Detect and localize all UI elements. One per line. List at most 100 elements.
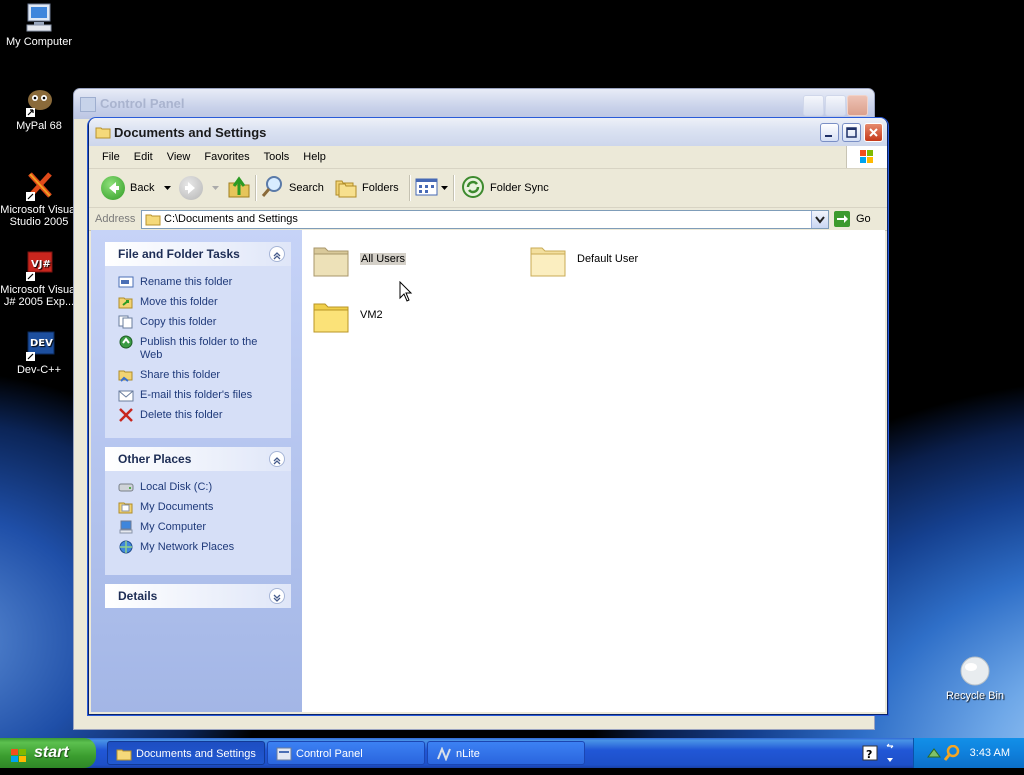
desktop-icon-my-computer[interactable]: My Computer: [0, 2, 78, 48]
other-places-header[interactable]: Other Places: [105, 447, 291, 471]
forward-button[interactable]: [179, 169, 219, 207]
maximize-button[interactable]: [825, 95, 846, 116]
task-email-files[interactable]: E-mail this folder's files: [105, 389, 291, 402]
control-panel-icon: [276, 746, 292, 761]
collapse-icon[interactable]: [269, 246, 285, 262]
close-button[interactable]: [864, 123, 883, 142]
up-folder-icon: [227, 175, 251, 202]
minimize-icon: [821, 124, 838, 141]
address-dropdown-button[interactable]: [811, 211, 828, 228]
file-folder-tasks-header[interactable]: File and Folder Tasks: [105, 242, 291, 266]
move-folder-icon: [118, 295, 134, 309]
control-panel-icon: [80, 97, 96, 112]
desktop-icon-recycle-bin[interactable]: Recycle Bin: [936, 656, 1014, 702]
menu-help[interactable]: Help: [296, 146, 333, 168]
folder-name: VM2: [360, 309, 383, 321]
views-button[interactable]: [415, 169, 448, 207]
search-label: Search: [289, 182, 324, 194]
go-button[interactable]: Go: [834, 210, 871, 228]
share-folder-icon: [118, 368, 134, 382]
address-input[interactable]: C:\Documents and Settings: [141, 210, 829, 229]
collapse-icon[interactable]: [269, 451, 285, 467]
network-tray-icon[interactable]: [926, 745, 942, 764]
back-dropdown-icon[interactable]: [164, 182, 172, 194]
details-title: Details: [118, 589, 158, 603]
my-computer-icon: [22, 2, 56, 34]
place-local-disk[interactable]: Local Disk (C:): [105, 481, 291, 494]
my-computer-icon: [118, 520, 134, 534]
vjsharp-icon: VJ#: [22, 250, 56, 282]
menu-view[interactable]: View: [160, 146, 198, 168]
minimize-button[interactable]: [803, 95, 824, 116]
system-tray: 3:43 AM: [913, 738, 1024, 768]
close-button[interactable]: [847, 95, 868, 116]
folder-item-default-user[interactable]: Default User: [529, 242, 638, 277]
desktop-icon-mypal[interactable]: MyPal 68: [0, 86, 78, 132]
desktop-icon-dev-cpp[interactable]: DEV Dev-C++: [0, 330, 78, 376]
windows-logo-icon: [846, 146, 887, 168]
go-label: Go: [856, 213, 871, 225]
details-header[interactable]: Details: [105, 584, 291, 608]
taskbar-button-control-panel[interactable]: Control Panel: [267, 741, 425, 765]
task-move-folder[interactable]: Move this folder: [105, 296, 291, 309]
search-icon: [261, 175, 285, 202]
taskbar-button-nlite[interactable]: nLite: [427, 741, 585, 765]
place-my-network[interactable]: My Network Places: [105, 540, 291, 554]
address-value: C:\Documents and Settings: [164, 213, 298, 225]
search-tray-icon[interactable]: [943, 744, 960, 764]
mouse-cursor-icon: [399, 280, 413, 306]
file-list-pane[interactable]: All Users Default User VM2: [302, 230, 885, 712]
window-title-bar[interactable]: Documents and Settings: [89, 118, 887, 146]
folder-item-all-users[interactable]: All Users: [312, 242, 407, 277]
control-panel-title-bar[interactable]: Control Panel: [74, 89, 874, 119]
explorer-window[interactable]: Documents and Settings File Edit View Favor…: [88, 118, 888, 715]
folder-icon: [95, 125, 111, 142]
desktop-icon-label: Microsoft Visual Studio 2005: [0, 204, 78, 228]
back-label: Back: [130, 182, 155, 194]
task-delete-folder[interactable]: Delete this folder: [105, 408, 291, 422]
copy-icon: [118, 315, 134, 329]
details-panel: Details: [105, 584, 291, 608]
expand-icon[interactable]: [269, 588, 285, 604]
task-rename-folder[interactable]: Rename this folder: [105, 276, 291, 289]
menu-favorites[interactable]: Favorites: [197, 146, 256, 168]
maximize-button[interactable]: [842, 123, 861, 142]
folder-icon: [116, 746, 132, 761]
folder-sync-button[interactable]: Folder Sync: [461, 169, 549, 207]
folder-icon: [312, 242, 350, 277]
minimize-button[interactable]: [820, 123, 839, 142]
task-publish-folder[interactable]: Publish this folder to the Web: [105, 335, 291, 362]
place-my-documents[interactable]: My Documents: [105, 501, 291, 514]
up-folder-button[interactable]: [227, 169, 251, 207]
other-places-panel: Other Places Local Disk (C:) My Document…: [105, 447, 291, 575]
task-share-folder[interactable]: Share this folder: [105, 369, 291, 382]
language-switch-icon[interactable]: [884, 742, 896, 767]
folders-button[interactable]: Folders: [335, 169, 399, 207]
menu-edit[interactable]: Edit: [127, 146, 160, 168]
menu-file[interactable]: File: [95, 146, 127, 168]
folder-icon: [312, 298, 350, 333]
views-dropdown-icon[interactable]: [441, 182, 448, 194]
forward-arrow-icon: [179, 176, 203, 200]
windows-logo-icon: [10, 745, 28, 775]
toolbar: Back Search Folders Folder Sync: [89, 169, 887, 208]
taskbar-button-documents-and-settings[interactable]: Documents and Settings: [107, 741, 265, 765]
back-button[interactable]: Back: [101, 169, 172, 207]
forward-dropdown-icon[interactable]: [212, 182, 219, 194]
close-icon: [865, 124, 882, 141]
help-icon[interactable]: ?: [862, 745, 878, 764]
local-disk-icon: [118, 480, 134, 494]
desktop-icon-visual-studio[interactable]: Microsoft Visual Studio 2005: [0, 170, 78, 228]
folder-item-vm2[interactable]: VM2: [312, 298, 383, 333]
start-button[interactable]: start: [0, 738, 96, 768]
svg-text:?: ?: [866, 748, 872, 761]
search-button[interactable]: Search: [261, 169, 324, 207]
task-copy-folder[interactable]: Copy this folder: [105, 315, 291, 329]
folder-sync-label: Folder Sync: [490, 182, 549, 194]
place-my-computer[interactable]: My Computer: [105, 520, 291, 534]
menu-tools[interactable]: Tools: [257, 146, 297, 168]
rename-icon: [118, 275, 134, 289]
taskbar: start Documents and Settings Control Pan…: [0, 738, 1024, 768]
desktop-icon-vjsharp[interactable]: VJ# Microsoft Visual J# 2005 Exp...: [0, 250, 78, 308]
email-icon: [118, 388, 134, 402]
